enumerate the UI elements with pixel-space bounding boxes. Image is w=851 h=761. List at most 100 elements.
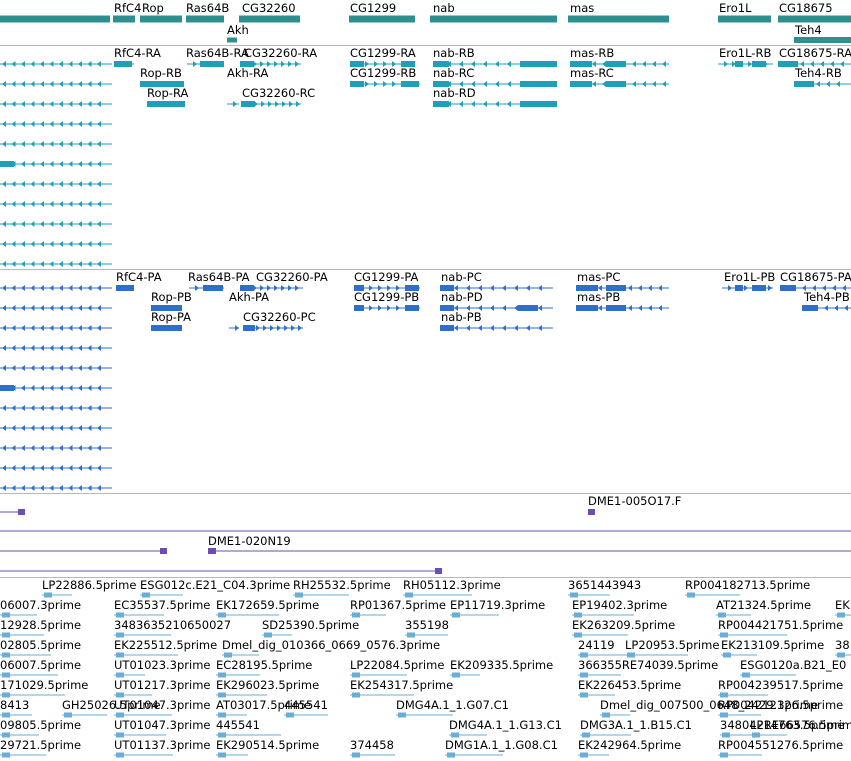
strand-arrow[interactable] <box>724 61 728 67</box>
strand-arrow[interactable] <box>21 221 25 227</box>
strand-arrow[interactable] <box>97 425 101 431</box>
strand-arrow[interactable] <box>97 61 101 67</box>
transcript-label[interactable]: nab-RB <box>433 47 475 60</box>
strand-arrow[interactable] <box>78 305 82 311</box>
strand-arrow[interactable] <box>40 81 44 87</box>
strand-arrow[interactable] <box>11 325 16 331</box>
est-block[interactable] <box>2 732 10 738</box>
est-block[interactable] <box>723 652 731 658</box>
strand-arrow[interactable] <box>642 81 646 87</box>
est-label[interactable]: LP22084.5prime <box>350 659 444 672</box>
strand-arrow[interactable] <box>49 141 54 147</box>
est-block[interactable] <box>452 612 460 618</box>
strand-arrow[interactable] <box>836 81 840 87</box>
strand-arrow[interactable] <box>275 101 279 107</box>
protein-label[interactable]: mas-PC <box>577 271 620 284</box>
strand-arrow[interactable] <box>478 325 482 331</box>
genome-browser-view[interactable]: RfC4 Rop Ras64B CG32260 CG1299 nab mas Ero1L CG1… <box>0 0 851 761</box>
est-label[interactable]: 09805.5prime <box>0 719 81 732</box>
strand-arrow[interactable] <box>68 121 73 127</box>
strand-arrow[interactable] <box>11 101 16 107</box>
est-label[interactable]: 374458 <box>350 739 394 752</box>
strand-arrow[interactable] <box>87 345 92 351</box>
strand-arrow[interactable] <box>648 305 652 311</box>
strand-arrow[interactable] <box>49 161 54 167</box>
strand-arrow[interactable] <box>68 141 73 147</box>
strand-arrow[interactable] <box>592 81 596 87</box>
strand-arrow[interactable] <box>40 121 44 127</box>
strand-arrow[interactable] <box>49 81 54 87</box>
strand-arrow[interactable] <box>826 81 830 87</box>
protein-label[interactable]: RfC4-PA <box>116 271 162 284</box>
strand-arrow[interactable] <box>68 385 73 391</box>
strand-arrow[interactable] <box>2 325 6 331</box>
gene-block[interactable] <box>430 15 557 23</box>
strand-arrow[interactable] <box>2 445 6 451</box>
est-block[interactable] <box>752 732 760 738</box>
exon-block[interactable] <box>405 305 419 311</box>
est-block[interactable] <box>627 652 635 658</box>
strand-arrow[interactable] <box>49 405 54 411</box>
strand-arrow[interactable] <box>97 285 101 291</box>
strand-arrow[interactable] <box>87 181 92 187</box>
strand-arrow[interactable] <box>11 445 16 451</box>
est-label[interactable]: DMG3A.1_1.B15.C1 <box>580 719 692 732</box>
strand-arrow[interactable] <box>59 405 63 411</box>
est-label[interactable]: EK213109.5prime <box>721 639 824 652</box>
strand-arrow[interactable] <box>21 161 25 167</box>
strand-arrow[interactable] <box>49 101 54 107</box>
strand-arrow[interactable] <box>40 141 44 147</box>
strand-arrow[interactable] <box>40 345 44 351</box>
strand-arrow[interactable] <box>834 305 838 311</box>
exon-block[interactable] <box>203 285 223 291</box>
gene-block[interactable] <box>778 15 851 23</box>
exon-block[interactable] <box>147 101 185 107</box>
strand-arrow[interactable] <box>282 101 286 107</box>
strand-arrow[interactable] <box>30 241 35 247</box>
exon-block[interactable] <box>520 81 557 87</box>
est-label[interactable]: UT01137.3prime <box>114 739 211 752</box>
est-block[interactable] <box>720 752 728 758</box>
exon-block[interactable] <box>440 325 454 331</box>
strand-arrow[interactable] <box>21 445 25 451</box>
strand-arrow[interactable] <box>68 465 73 471</box>
est-block[interactable] <box>398 712 406 718</box>
est-block[interactable] <box>837 652 845 658</box>
strand-arrow[interactable] <box>87 385 92 391</box>
strand-arrow[interactable] <box>652 61 656 67</box>
est-block[interactable] <box>2 652 10 658</box>
strand-arrow[interactable] <box>30 305 35 311</box>
strand-arrow[interactable] <box>87 221 92 227</box>
strand-arrow[interactable] <box>78 261 82 267</box>
strand-arrow[interactable] <box>97 121 101 127</box>
strand-arrow[interactable] <box>295 285 299 291</box>
strand-arrow[interactable] <box>628 285 632 291</box>
strand-arrow[interactable] <box>495 61 499 67</box>
strand-arrow[interactable] <box>97 385 101 391</box>
strand-arrow[interactable] <box>507 61 511 67</box>
strand-arrow[interactable] <box>59 161 63 167</box>
est-block[interactable] <box>44 592 52 598</box>
strand-arrow[interactable] <box>68 425 73 431</box>
strand-arrow[interactable] <box>59 181 63 187</box>
est-label[interactable]: LP14763.5prime <box>750 719 844 732</box>
strand-arrow[interactable] <box>78 485 82 491</box>
est-label[interactable]: 8413 <box>0 699 29 712</box>
gene-label[interactable]: nab <box>433 2 455 15</box>
est-block[interactable] <box>218 712 226 718</box>
est-block[interactable] <box>742 672 750 678</box>
exon-block[interactable] <box>354 305 364 311</box>
strand-arrow[interactable] <box>97 241 101 247</box>
strand-arrow[interactable] <box>291 325 295 331</box>
protein-label[interactable]: Rop-PB <box>151 291 192 304</box>
est-block[interactable] <box>116 672 124 678</box>
est-block[interactable] <box>295 592 303 598</box>
strand-arrow[interactable] <box>2 485 6 491</box>
strand-arrow[interactable] <box>87 365 92 371</box>
exon-block[interactable] <box>241 101 255 107</box>
strand-arrow[interactable] <box>514 325 518 331</box>
protein-label[interactable]: CG1299-PB <box>354 291 419 304</box>
strand-arrow[interactable] <box>392 81 396 87</box>
strand-arrow[interactable] <box>11 181 16 187</box>
est-block[interactable] <box>2 692 10 698</box>
